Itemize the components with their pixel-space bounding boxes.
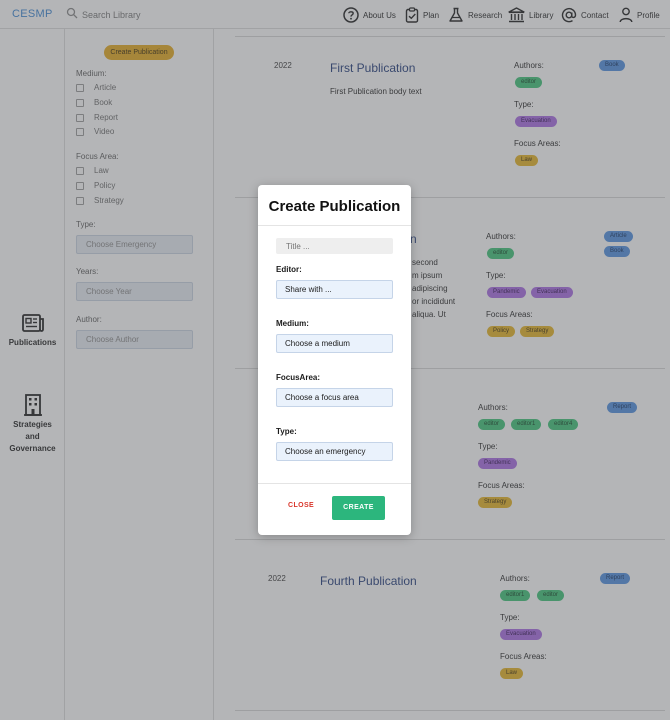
create-button[interactable]: CREATE [332,496,385,520]
title-input[interactable] [276,238,393,254]
dialog-divider [258,483,411,484]
create-publication-dialog: Create Publication Editor: Share with ..… [258,185,411,535]
dialog-title: Create Publication [268,198,401,215]
editor-label: Editor: [276,265,302,274]
type-label: Type: [276,427,297,436]
editor-select[interactable]: Share with ... [276,280,393,299]
focus-area-select[interactable]: Choose a focus area [276,388,393,407]
dialog-divider [258,225,411,226]
close-button[interactable]: CLOSE [288,502,314,509]
focus-area-label: FocusArea: [276,373,321,382]
type-select[interactable]: Choose an emergency [276,442,393,461]
medium-label: Medium: [276,319,309,328]
medium-select[interactable]: Choose a medium [276,334,393,353]
